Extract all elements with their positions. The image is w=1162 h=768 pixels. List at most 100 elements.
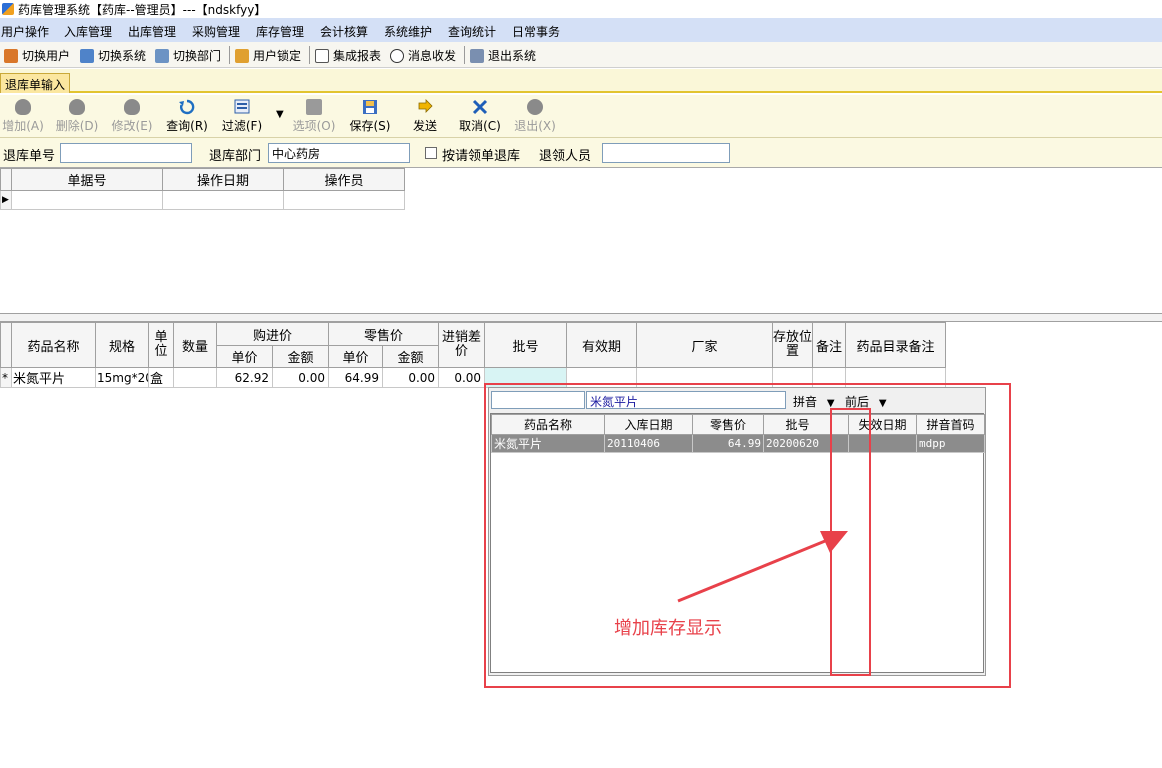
exit-button[interactable]: 退出(X)	[509, 99, 561, 134]
cell-drug-name[interactable]: 米氮平片	[11, 367, 96, 388]
filter-button[interactable]: 过滤(F)	[216, 99, 268, 134]
options-icon	[306, 99, 322, 115]
header-grid: 单据号 操作日期 操作员 ▶	[0, 168, 405, 210]
menu-outbound[interactable]: 出库管理	[128, 23, 176, 40]
col-catalog-remark[interactable]: 药品目录备注	[845, 322, 947, 368]
send-icon	[418, 99, 433, 113]
cell-purchase-amount[interactable]: 0.00	[271, 367, 330, 388]
delete-label: 删除(D)	[55, 119, 99, 133]
return-no-input[interactable]	[60, 143, 192, 163]
row-indicator-header	[0, 168, 12, 191]
cell-retail-price[interactable]: 64.99	[328, 367, 384, 388]
options-button[interactable]: 选项(O)	[288, 99, 340, 134]
options-label: 选项(O)	[292, 119, 336, 133]
cell-qty[interactable]	[173, 367, 217, 388]
cell-unit[interactable]: 盒	[148, 367, 174, 388]
menu-user-ops[interactable]: 用户操作	[1, 23, 49, 40]
send-button[interactable]: 发送	[399, 99, 451, 134]
report-icon	[315, 48, 329, 63]
col-operator[interactable]: 操作员	[283, 168, 405, 191]
switch-department-icon	[155, 48, 169, 63]
returner-input[interactable]	[602, 143, 730, 163]
cell-bill-no[interactable]	[11, 190, 163, 210]
action-toolbar: 增加(A) 删除(D) 修改(E) 查询(R) 过滤(F) ▼ 选项(O) 保存…	[0, 95, 1162, 138]
delete-button[interactable]: 删除(D)	[51, 99, 103, 134]
table-row[interactable]: ▶	[0, 190, 405, 210]
returner-label: 退领人员	[539, 149, 592, 164]
edit-button[interactable]: 修改(E)	[106, 99, 158, 134]
switch-system-button[interactable]: 切换系统	[80, 47, 146, 64]
menu-bar: 用户操作 入库管理 出库管理 采购管理 库存管理 会计核算 系统维护 查询统计 …	[0, 18, 1162, 42]
menu-query[interactable]: 查询统计	[448, 23, 496, 40]
col-spec[interactable]: 规格	[95, 322, 149, 368]
menu-purchase[interactable]: 采购管理	[192, 23, 240, 40]
cell-operator[interactable]	[283, 190, 405, 210]
refresh-icon	[179, 99, 195, 115]
exit-icon	[470, 48, 484, 63]
user-lock-icon	[235, 48, 249, 63]
dept-input[interactable]	[268, 143, 410, 163]
title-bar: 药库管理系统【药库--管理员】---【ndskfyy】	[0, 0, 1162, 18]
col-location[interactable]: 存放位置	[772, 322, 814, 368]
window-title: 药库管理系统【药库--管理员】---【ndskfyy】	[18, 3, 267, 17]
document-tabs: 退库单输入	[0, 69, 1162, 93]
exit-action-icon	[527, 99, 543, 115]
col-op-date[interactable]: 操作日期	[162, 168, 284, 191]
save-label: 保存(S)	[349, 119, 391, 133]
menu-system[interactable]: 系统维护	[384, 23, 432, 40]
add-button[interactable]: 增加(A)	[0, 99, 49, 134]
cancel-icon	[472, 99, 488, 115]
col-expiry[interactable]: 有效期	[566, 322, 638, 368]
main-toolbar: 切换用户 切换系统 切换部门 用户锁定 集成报表 消息收发 退出系统	[0, 42, 1162, 68]
by-request-checkbox[interactable]	[425, 147, 437, 159]
menu-inventory[interactable]: 库存管理	[256, 23, 304, 40]
user-lock-label: 用户锁定	[253, 49, 302, 63]
menu-daily[interactable]: 日常事务	[512, 23, 560, 40]
messages-button[interactable]: 消息收发	[390, 47, 456, 64]
col-bill-no[interactable]: 单据号	[11, 168, 163, 191]
toolbar-separator	[309, 46, 310, 64]
messages-label: 消息收发	[408, 49, 457, 63]
send-label: 发送	[412, 119, 437, 133]
menu-accounting[interactable]: 会计核算	[320, 23, 368, 40]
panel-splitter[interactable]	[0, 313, 1162, 322]
col-unit[interactable]: 单位	[148, 322, 174, 368]
cell-retail-amount[interactable]: 0.00	[382, 367, 440, 388]
cancel-button[interactable]: 取消(C)	[454, 99, 506, 134]
filter-icon	[234, 99, 250, 114]
col-drug-name[interactable]: 药品名称	[11, 322, 96, 368]
save-button[interactable]: 保存(S)	[344, 99, 396, 134]
col-retail-amount[interactable]: 金额	[382, 345, 440, 368]
col-purchase-amount[interactable]: 金额	[271, 345, 330, 368]
edit-icon	[124, 99, 140, 115]
tab-return-input[interactable]: 退库单输入	[0, 73, 71, 93]
new-row-marker: *	[0, 367, 12, 388]
switch-user-button[interactable]: 切换用户	[4, 47, 70, 64]
dept-label: 退库部门	[209, 149, 262, 164]
filter-dropdown-icon[interactable]: ▼	[276, 109, 284, 120]
col-retail-unit-price[interactable]: 单价	[328, 345, 384, 368]
toolbar-separator	[464, 46, 465, 64]
cell-op-date[interactable]	[162, 190, 284, 210]
user-lock-button[interactable]: 用户锁定	[235, 47, 301, 64]
menu-inbound[interactable]: 入库管理	[64, 23, 112, 40]
cell-spec[interactable]: 15mg*20	[95, 367, 149, 388]
filter-row: 退库单号 退库部门 按请领单退库 退领人员	[0, 138, 1162, 168]
col-remark[interactable]: 备注	[812, 322, 847, 368]
switch-user-label: 切换用户	[22, 49, 71, 63]
col-maker[interactable]: 厂家	[636, 322, 774, 368]
switch-system-label: 切换系统	[98, 49, 147, 63]
add-icon	[15, 99, 31, 115]
col-margin[interactable]: 进销差价	[438, 322, 486, 368]
filter-label: 过滤(F)	[221, 119, 263, 133]
col-purchase-unit-price[interactable]: 单价	[216, 345, 273, 368]
col-batch[interactable]: 批号	[484, 322, 568, 368]
switch-department-button[interactable]: 切换部门	[155, 47, 221, 64]
col-qty[interactable]: 数量	[173, 322, 217, 368]
switch-system-icon	[80, 48, 94, 63]
cell-margin[interactable]: 0.00	[438, 367, 486, 388]
exit-system-button[interactable]: 退出系统	[470, 47, 536, 64]
query-button[interactable]: 查询(R)	[161, 99, 213, 134]
cell-purchase-price[interactable]: 62.92	[216, 367, 273, 388]
integrated-report-button[interactable]: 集成报表	[315, 47, 381, 64]
